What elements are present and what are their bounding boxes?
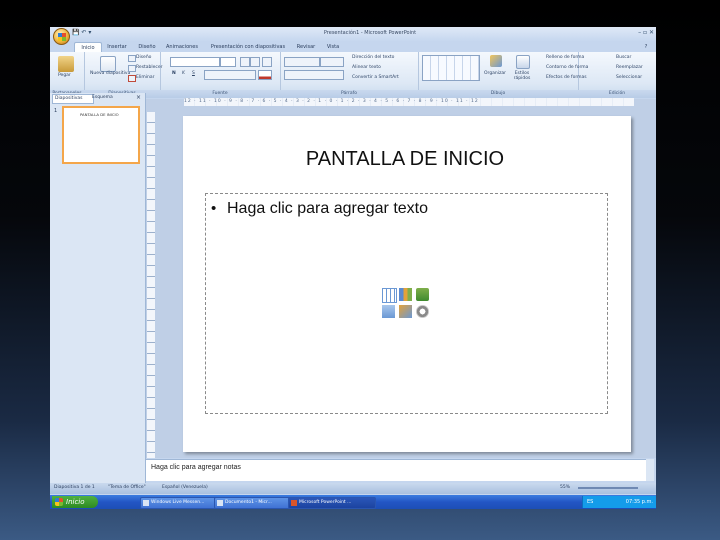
bullets-icon[interactable] — [284, 57, 320, 67]
new-slide-button[interactable]: Nueva diapositiva — [90, 71, 130, 76]
find-button[interactable]: Buscar — [616, 55, 631, 60]
clock[interactable]: 07:35 p.m. — [626, 499, 653, 505]
font-name-field[interactable] — [170, 57, 220, 67]
bullet: • — [211, 200, 217, 217]
arrange-button[interactable]: Organizar — [484, 71, 506, 76]
window-controls[interactable]: – ▫ ✕ — [620, 29, 654, 38]
messenger-icon — [143, 500, 149, 506]
select-button[interactable]: Seleccionar — [616, 75, 642, 80]
group-diapositivas: Nueva diapositiva Diseño Restablecer Eli… — [84, 52, 163, 98]
office-button[interactable] — [53, 28, 70, 45]
notes-scrollbar[interactable] — [646, 459, 654, 481]
insert-clipart-icon[interactable] — [399, 305, 412, 318]
font-effects-group[interactable] — [204, 70, 256, 80]
status-bar: Diapositiva 1 de 1 "Tema de Office" Espa… — [50, 483, 656, 494]
grow-font-icon[interactable] — [240, 57, 250, 67]
paste-icon — [58, 56, 74, 72]
slide-number: 1 — [54, 108, 58, 114]
status-slide: Diapositiva 1 de 1 — [54, 485, 95, 490]
content-placeholder-text[interactable]: Haga clic para agregar texto — [227, 199, 547, 219]
group-fuente: N K S Fuente — [160, 52, 281, 98]
ribbon: Pegar Portapapeles Nueva diapositiva Dis… — [50, 52, 656, 98]
insert-table-icon[interactable] — [382, 288, 397, 303]
tab-diapositivas[interactable]: Diapositivas — [52, 94, 94, 104]
underline-button[interactable]: S — [192, 71, 195, 76]
group-label: Dibujo — [418, 90, 578, 98]
font-size-field[interactable] — [220, 57, 236, 67]
tab-esquema[interactable]: Esquema — [90, 94, 124, 102]
window-title: Presentación1 - Microsoft PowerPoint — [323, 30, 417, 36]
tab-vista[interactable]: Vista — [322, 42, 344, 52]
reset-button[interactable]: Restablecer — [136, 65, 163, 70]
tab-diseno[interactable]: Diseño — [134, 42, 160, 52]
zoom-slider[interactable] — [578, 487, 638, 489]
office-logo-icon — [58, 33, 66, 41]
taskbar-messenger-label: Windows Live Messen... — [151, 500, 205, 505]
close-panel-icon[interactable]: × — [136, 94, 144, 102]
bold-button[interactable]: N — [172, 71, 176, 76]
group-label: Fuente — [160, 90, 280, 98]
group-dibujo: Organizar Estilos rápidos Relleno de for… — [418, 52, 588, 98]
group-portapapeles: Pegar Portapapeles — [50, 52, 85, 98]
insert-smartart-icon[interactable] — [416, 288, 429, 301]
delete-button[interactable]: Eliminar — [136, 75, 154, 80]
shapes-gallery[interactable] — [422, 55, 480, 81]
layout-icon — [128, 55, 136, 62]
insert-chart-icon[interactable] — [399, 288, 412, 301]
tab-animaciones[interactable]: Animaciones — [162, 42, 202, 52]
quick-styles-button[interactable]: Estilos rápidos — [508, 71, 536, 81]
taskbar-powerpoint-label: Microsoft PowerPoint ... — [299, 500, 352, 505]
status-zoom[interactable]: 55% — [560, 485, 570, 490]
status-theme: "Tema de Office" — [108, 485, 146, 490]
font-color-icon[interactable] — [258, 70, 272, 80]
arrange-icon — [490, 55, 502, 67]
align-icon[interactable] — [284, 70, 344, 80]
word-icon — [217, 500, 223, 506]
new-slide-icon — [100, 56, 116, 72]
text-direction-button[interactable]: Dirección del texto — [352, 55, 394, 60]
system-tray: ES 07:35 p.m. — [582, 496, 656, 508]
thumbnail-title: PANTALLA DE INICIO — [80, 112, 119, 117]
group-label: Párrafo — [280, 90, 418, 98]
title-bar: 💾 ↶ ▾ Presentación1 - Microsoft PowerPoi… — [50, 27, 656, 41]
quick-styles-icon — [516, 55, 530, 69]
notes-placeholder[interactable]: Haga clic para agregar notas — [151, 464, 351, 474]
delete-icon — [128, 75, 136, 82]
taskbar-word[interactable]: Documento1 - Micr... — [214, 497, 296, 509]
ribbon-tabs: Inicio Insertar Diseño Animaciones Prese… — [50, 41, 656, 53]
reset-icon — [128, 65, 136, 72]
vertical-ruler — [147, 112, 155, 458]
tab-insertar[interactable]: Insertar — [102, 42, 132, 52]
insert-content-icons — [382, 288, 432, 322]
help-icon[interactable]: ? — [640, 42, 652, 52]
italic-button[interactable]: K — [182, 71, 185, 76]
windows-logo-icon — [55, 498, 63, 506]
tab-presentacion[interactable]: Presentación con diapositivas — [206, 42, 290, 52]
indent-icon[interactable] — [320, 57, 344, 67]
group-label: Edición — [578, 90, 656, 98]
group-edicion: Buscar Reemplazar Seleccionar Edición — [578, 52, 656, 98]
language-indicator[interactable]: ES — [587, 496, 593, 508]
insert-media-icon[interactable] — [416, 305, 429, 318]
layout-button[interactable]: Diseño — [136, 55, 151, 60]
replace-button[interactable]: Reemplazar — [616, 65, 643, 70]
insert-picture-icon[interactable] — [382, 305, 395, 318]
clear-format-icon[interactable] — [262, 57, 272, 67]
align-text-button[interactable]: Alinear texto — [352, 65, 381, 70]
status-language[interactable]: Español (Venezuela) — [162, 485, 208, 490]
taskbar-powerpoint[interactable]: Microsoft PowerPoint ... — [288, 497, 376, 509]
paste-button[interactable]: Pegar — [58, 73, 71, 78]
taskbar-word-label: Documento1 - Micr... — [225, 500, 272, 505]
taskbar-messenger[interactable]: Windows Live Messen... — [140, 497, 222, 509]
tab-revisar[interactable]: Revisar — [292, 42, 320, 52]
group-parrafo: Dirección del texto Alinear texto Conver… — [280, 52, 419, 98]
slide-title[interactable]: PANTALLA DE INICIO — [220, 144, 590, 174]
smartart-button[interactable]: Convertir a SmartArt — [352, 75, 399, 80]
horizontal-ruler: 12 · 11 · 10 · 9 · 8 · 7 · 6 · 5 · 4 · 3… — [184, 98, 634, 106]
shrink-font-icon[interactable] — [250, 57, 260, 67]
powerpoint-icon — [291, 500, 297, 506]
quick-access-toolbar[interactable]: 💾 ↶ ▾ — [72, 29, 122, 39]
